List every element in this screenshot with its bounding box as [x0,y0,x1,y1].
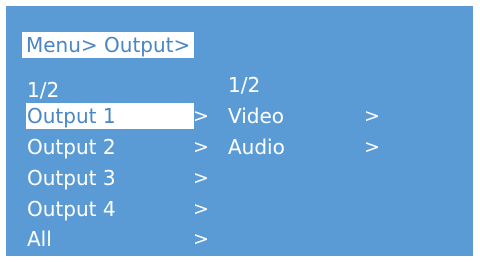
menu-item-output-1[interactable]: Output 1 > [22,103,210,129]
menu-item-label: Output 1 [26,103,194,129]
right-page-indicator: 1/2 [228,73,261,97]
chevron-right-icon: > [193,198,209,220]
submenu-item-audio[interactable]: Audio > [228,134,388,160]
left-page-indicator: 1/2 [27,78,60,102]
menu-item-label: Output 2 [27,135,116,159]
chevron-right-icon: > [364,105,380,127]
menu-item-output-4[interactable]: Output 4 > [22,196,210,222]
menu-item-label: All [27,227,52,251]
osd-menu-screen: Menu> Output> 1/2 Output 1 > Output 2 > … [6,6,473,256]
menu-item-output-3[interactable]: Output 3 > [22,165,210,191]
submenu-item-label: Video [228,104,285,128]
breadcrumb: Menu> Output> [22,32,195,58]
menu-item-output-2[interactable]: Output 2 > [22,134,210,160]
chevron-right-icon: > [364,136,380,158]
menu-item-label: Output 3 [27,166,116,190]
chevron-right-icon: > [193,136,209,158]
chevron-right-icon: > [193,228,209,250]
menu-item-all[interactable]: All > [22,226,210,252]
menu-item-label: Output 4 [27,197,116,221]
submenu-item-video[interactable]: Video > [228,103,388,129]
chevron-right-icon: > [193,105,209,127]
submenu-item-label: Audio [228,135,285,159]
chevron-right-icon: > [193,167,209,189]
